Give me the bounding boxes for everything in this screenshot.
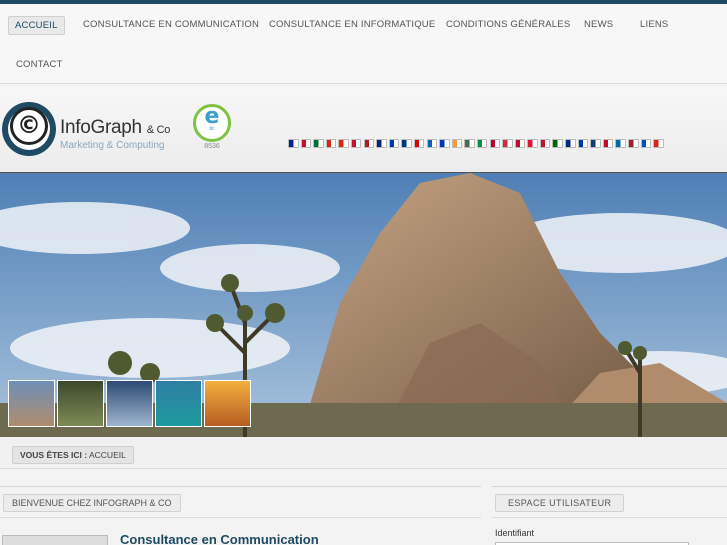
breadcrumb: VOUS ÊTES ICI : ACCUEIL bbox=[12, 446, 134, 464]
language-flag-icon[interactable] bbox=[401, 139, 412, 148]
site-header: © InfoGraph & Co Marketing & Computing e… bbox=[0, 86, 727, 172]
copyright-logo-icon[interactable]: © bbox=[10, 107, 48, 145]
thumbnail-5[interactable] bbox=[204, 380, 251, 427]
user-space-title: ESPACE UTILISATEUR bbox=[495, 494, 625, 512]
language-flag-icon[interactable] bbox=[313, 139, 324, 148]
nav-item-consultance-informatique[interactable]: CONSULTANCE EN INFORMATIQUE bbox=[263, 16, 441, 33]
language-flag-icon[interactable] bbox=[338, 139, 349, 148]
language-flag-icon[interactable] bbox=[628, 139, 639, 148]
language-flag-icon[interactable] bbox=[363, 139, 375, 148]
thumbnail-2[interactable] bbox=[57, 380, 104, 427]
language-flag-icon[interactable] bbox=[514, 139, 526, 148]
language-flag-icon[interactable] bbox=[413, 139, 425, 148]
breadcrumb-current[interactable]: ACCUEIL bbox=[89, 450, 126, 460]
breadcrumb-bar: VOUS ÊTES ICI : ACCUEIL bbox=[0, 437, 727, 469]
main-nav: ACCUEIL CONSULTANCE EN COMMUNICATION CON… bbox=[0, 4, 727, 84]
language-flag-icon[interactable] bbox=[288, 139, 299, 148]
brand-suffix: & Co bbox=[146, 124, 171, 136]
username-label: Identifiant bbox=[495, 528, 535, 538]
nav-item-consultance-communication[interactable]: CONSULTANCE EN COMMUNICATION bbox=[77, 16, 265, 33]
main-divider bbox=[0, 517, 481, 518]
thumbnail-3[interactable] bbox=[106, 380, 153, 427]
language-flag-icon[interactable] bbox=[552, 139, 563, 148]
language-flag-icon[interactable] bbox=[464, 139, 475, 148]
language-flag-icon[interactable] bbox=[615, 139, 626, 148]
language-flag-icon[interactable] bbox=[300, 139, 312, 148]
language-flag-icon[interactable] bbox=[388, 139, 400, 148]
thumbnail-4[interactable] bbox=[155, 380, 202, 427]
sidebar-divider bbox=[492, 517, 727, 518]
etic-badge-sub: tic bbox=[209, 126, 215, 132]
language-flag-icon[interactable] bbox=[602, 139, 614, 148]
article-thumbnail bbox=[2, 535, 108, 545]
language-flag-icon[interactable] bbox=[426, 139, 438, 148]
language-flags bbox=[288, 139, 664, 149]
language-flag-icon[interactable] bbox=[350, 139, 362, 148]
brand-name[interactable]: InfoGraph & Co bbox=[60, 117, 170, 139]
nav-item-conditions-generales[interactable]: CONDITIONS GÉNÉRALES bbox=[440, 16, 576, 33]
language-flag-icon[interactable] bbox=[527, 139, 538, 148]
language-flag-icon[interactable] bbox=[577, 139, 589, 148]
language-flag-icon[interactable] bbox=[653, 139, 664, 148]
language-flag-icon[interactable] bbox=[590, 139, 601, 148]
language-flag-icon[interactable] bbox=[451, 139, 463, 148]
language-flag-icon[interactable] bbox=[565, 139, 576, 148]
language-flag-icon[interactable] bbox=[539, 139, 551, 148]
nav-item-news[interactable]: NEWS bbox=[578, 16, 619, 33]
nav-item-liens[interactable]: LIENS bbox=[634, 16, 674, 33]
main-section-title: BIENVENUE CHEZ INFOGRAPH & CO bbox=[3, 494, 181, 512]
article-heading[interactable]: Consultance en Communication bbox=[120, 532, 319, 545]
language-flag-icon[interactable] bbox=[502, 139, 513, 148]
nav-item-accueil[interactable]: ACCUEIL bbox=[8, 16, 65, 35]
hero-thumbnails bbox=[8, 380, 251, 427]
language-flag-icon[interactable] bbox=[439, 139, 450, 148]
language-flag-icon[interactable] bbox=[640, 139, 652, 148]
brand-tagline: Marketing & Computing bbox=[60, 140, 165, 151]
language-flag-icon[interactable] bbox=[376, 139, 387, 148]
breadcrumb-prefix: VOUS ÊTES ICI : bbox=[20, 450, 88, 460]
brand-name-text: InfoGraph bbox=[60, 117, 142, 138]
thumbnail-1[interactable] bbox=[8, 380, 55, 427]
language-flag-icon[interactable] bbox=[476, 139, 488, 148]
nav-item-contact[interactable]: CONTACT bbox=[10, 56, 69, 73]
language-flag-icon[interactable] bbox=[489, 139, 500, 148]
etic-badge-number: 8536 bbox=[204, 143, 220, 150]
language-flag-icon[interactable] bbox=[325, 139, 337, 148]
